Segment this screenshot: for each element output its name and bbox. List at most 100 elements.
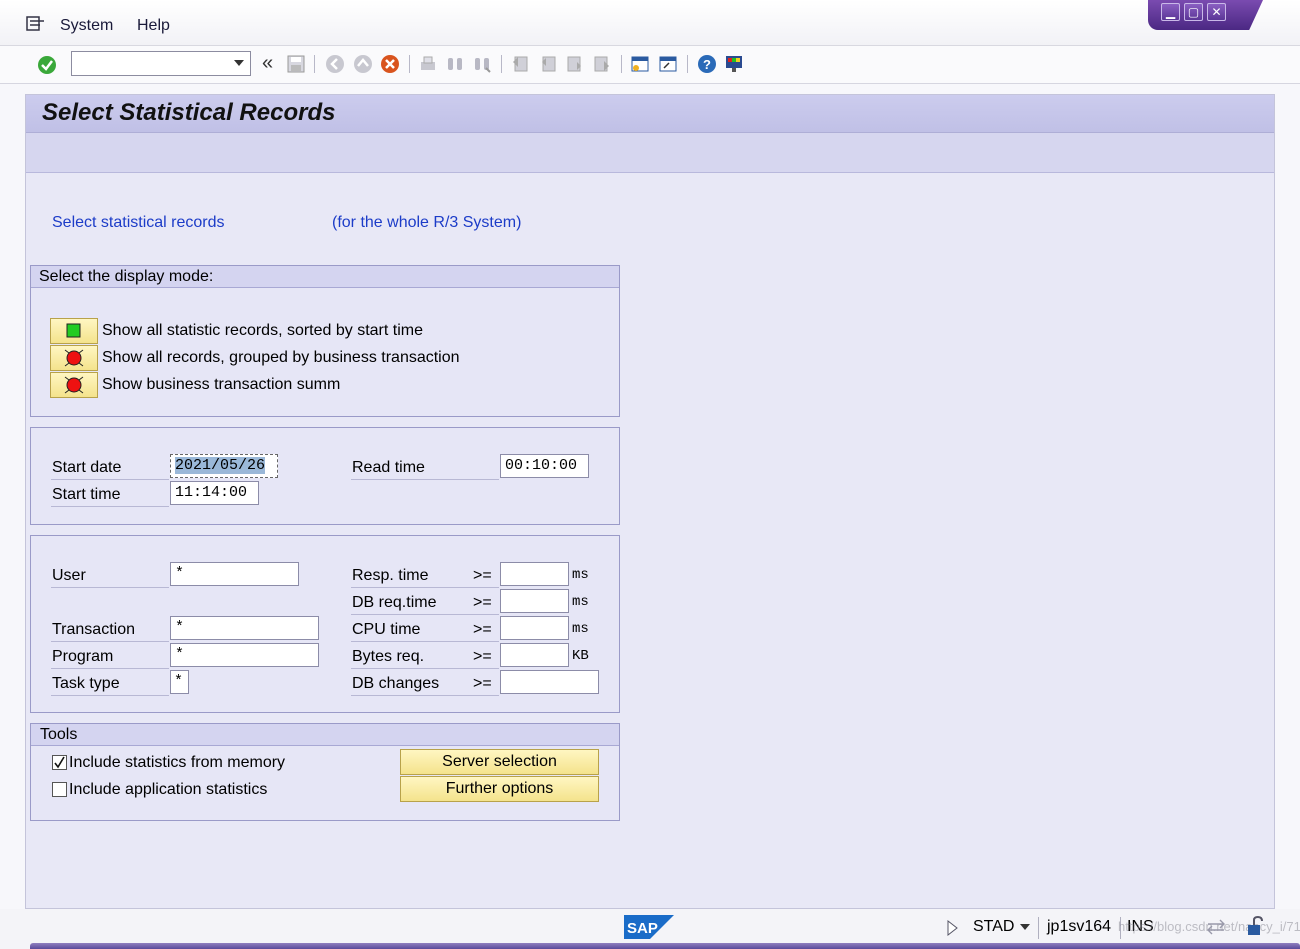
cancel-icon[interactable] [380,54,400,74]
db-req-time-operator: >= [473,594,492,611]
further-options-button[interactable]: Further options [400,776,599,802]
label-underline [351,479,499,480]
previous-page-icon[interactable] [538,54,558,74]
toolbar-separator [409,55,410,73]
find-icon[interactable] [445,54,465,74]
back-double-icon[interactable]: « [262,52,273,75]
start-date-value: 2021/05/26 [175,457,266,474]
db-req-time-input[interactable] [500,589,569,613]
resp-time-input[interactable] [500,562,569,586]
label-underline [51,641,169,642]
first-page-icon[interactable] [510,54,530,74]
user-label: User [52,567,86,584]
next-page-icon[interactable] [565,54,585,74]
transfer-icon[interactable] [1206,919,1226,935]
filter-group: User * Transaction * Program * Task type… [30,535,620,713]
red-light-icon [64,349,84,367]
program-label: Program [52,648,114,665]
show-summary-label: Show business transaction summ [102,376,341,393]
close-button[interactable]: ✕ [1207,3,1226,21]
show-sorted-button[interactable] [50,318,98,344]
label-underline [351,668,499,669]
command-field[interactable] [71,51,251,76]
db-changes-label: DB changes [352,675,440,692]
sap-logo: SAP [624,915,674,939]
application-toolbar [26,133,1274,173]
last-page-icon[interactable] [592,54,612,74]
resp-time-unit: ms [572,567,589,583]
maximize-button[interactable]: ▢ [1184,3,1203,21]
create-session-icon[interactable] [630,54,650,74]
start-time-input[interactable]: 11:14:00 [170,481,259,505]
include-memory-checkbox[interactable] [52,755,67,770]
user-input[interactable]: * [170,562,299,586]
minimize-button[interactable]: ▁ [1161,3,1180,21]
bytes-req-label: Bytes req. [352,648,425,665]
status-separator [1038,917,1039,939]
server-selection-button[interactable]: Server selection [400,749,599,775]
cpu-time-input[interactable] [500,616,569,640]
svg-text:?: ? [703,57,711,72]
play-triangle-icon[interactable] [946,920,958,936]
db-changes-input[interactable] [500,670,599,694]
menu-system[interactable]: System [60,17,113,35]
menu-bar: System Help ▁ ▢ ✕ [0,0,1300,46]
program-input[interactable]: * [170,643,319,667]
menu-help[interactable]: Help [137,17,170,35]
include-memory-label: Include statistics from memory [69,754,286,771]
back-icon[interactable] [325,54,345,74]
show-grouped-button[interactable] [50,345,98,371]
find-next-icon[interactable] [472,54,492,74]
lock-icon[interactable] [1245,915,1267,937]
save-icon[interactable] [286,54,306,74]
sap-logo-text: SAP [627,920,658,937]
tools-heading: Tools [31,724,619,746]
customize-layout-icon[interactable] [724,54,744,74]
cpu-time-label: CPU time [352,621,421,638]
include-app-checkbox[interactable] [52,782,67,797]
bytes-req-operator: >= [473,648,492,665]
time-group: Start date 2021/05/26 Read time 00:10:00… [30,427,620,525]
start-time-label: Start time [52,486,121,503]
exit-icon[interactable] [353,54,373,74]
show-sorted-label: Show all statistic records, sorted by st… [102,322,423,339]
chevron-down-icon[interactable] [1020,924,1030,931]
enter-icon[interactable] [37,55,57,75]
toolbar-separator [687,55,688,73]
menu-icon[interactable] [26,16,46,32]
shortcut-icon[interactable] [658,54,678,74]
display-mode-heading: Select the display mode: [31,266,619,288]
task-type-input[interactable]: * [170,670,189,694]
window-controls: ▁ ▢ ✕ [1148,0,1263,30]
include-app-label: Include application statistics [69,781,268,798]
status-bottom-line [30,943,1300,949]
green-light-icon [66,323,81,338]
read-time-label: Read time [352,459,425,476]
label-underline [51,695,169,696]
help-icon[interactable]: ? [697,54,717,74]
transaction-label: Transaction [52,621,135,638]
page-title: Select Statistical Records [42,99,336,126]
read-time-input[interactable]: 00:10:00 [500,454,589,478]
tools-group: Tools Include statistics from memory Inc… [30,723,620,821]
cpu-time-operator: >= [473,621,492,638]
label-underline [351,587,499,588]
resp-time-operator: >= [473,567,492,584]
bytes-req-input[interactable] [500,643,569,667]
print-icon[interactable] [418,54,438,74]
label-underline [51,587,169,588]
toolbar-separator [621,55,622,73]
label-underline [351,695,499,696]
start-date-input[interactable]: 2021/05/26 [170,454,278,478]
start-date-label: Start date [52,459,122,476]
label-underline [51,668,169,669]
show-summary-button[interactable] [50,372,98,398]
cpu-time-unit: ms [572,621,589,637]
transaction-code: STAD [973,918,1015,935]
toolbar-separator [501,55,502,73]
server-name: jp1sv164 [1047,918,1112,935]
label-underline [51,506,169,507]
bytes-req-unit: KB [572,648,589,664]
chevron-down-icon[interactable] [234,60,244,66]
transaction-input[interactable]: * [170,616,319,640]
